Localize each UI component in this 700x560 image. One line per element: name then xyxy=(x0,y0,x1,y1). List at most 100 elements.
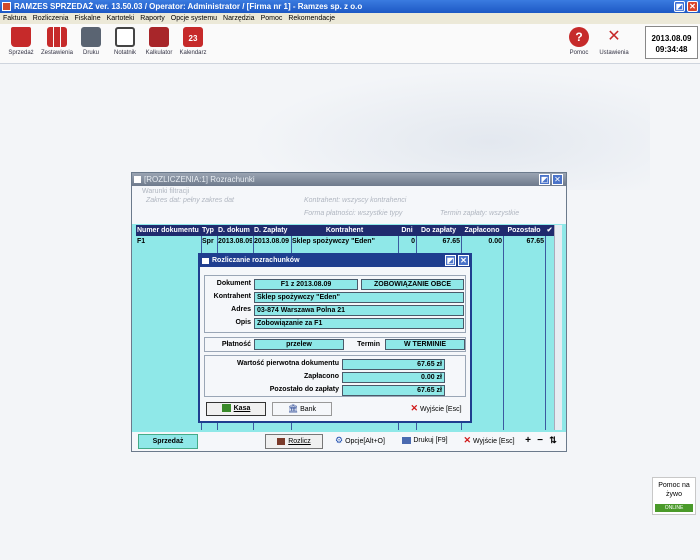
drukuj-button[interactable]: Drukuj [F9] xyxy=(395,434,455,449)
online-status-badge: ONLINE xyxy=(655,504,693,512)
toolbar-kalkulator-button[interactable]: Kalkulator xyxy=(142,27,176,56)
col-header-d-zaplaty[interactable]: D. Zapłaty xyxy=(254,225,290,236)
toolbar-sprzedaz-label: Sprzedaż xyxy=(8,50,34,56)
bank-label: Bank xyxy=(300,406,317,413)
dialog-wyjscie-button[interactable]: ✕ Wyjście [Esc] xyxy=(404,402,468,416)
calculator-icon xyxy=(149,27,169,47)
calendar-icon: 23 xyxy=(183,27,203,47)
gear-icon: ⚙ xyxy=(335,435,344,445)
zaplacono-label: Zapłacono xyxy=(303,373,339,380)
time-display: 09:34:48 xyxy=(655,45,688,54)
menu-item-rozliczenia[interactable]: Rozliczenia xyxy=(33,13,69,24)
filter-panel: Warunki filtracji Zakres dat: pełny zakr… xyxy=(132,186,566,224)
wyjscie-button[interactable]: ✕ Wyjście [Esc] xyxy=(459,434,519,449)
menu-item-narzedzia[interactable]: Narzędzia xyxy=(223,13,255,24)
toolbar-notatnik-button[interactable]: Notatnik xyxy=(108,27,142,56)
notepad-icon xyxy=(115,27,135,47)
opcje-label: Opcje[Alt+O] xyxy=(345,438,385,445)
col-header-do-zaplaty[interactable]: Do zapłaty xyxy=(417,225,460,236)
table-header: Numer dokumentu Typ D. dokum D. Zapłaty … xyxy=(136,225,562,236)
date-time-display: 2013.08.09 09:34:48 xyxy=(645,26,698,59)
termin-field: W TERMINIE xyxy=(385,339,465,350)
filter-forma: Forma płatności: wszystkie typy xyxy=(304,210,403,217)
toolbar-sprzedaz-button[interactable]: Sprzedaż xyxy=(4,27,38,56)
menu-item-kartoteki[interactable]: Kartoteki xyxy=(107,13,135,24)
opcje-button[interactable]: ⚙ Opcje[Alt+O] xyxy=(330,434,390,449)
column-divider xyxy=(545,236,546,430)
col-header-pozostalo[interactable]: Pozostało xyxy=(504,225,544,236)
opis-field: Zobowiązanie za F1 xyxy=(254,318,464,329)
cell-check[interactable] xyxy=(546,236,553,247)
toolbar-zestawienia-button[interactable]: Zestawienia xyxy=(40,27,74,56)
toolbar-ustawienia-button[interactable]: ✕ Ustawienia xyxy=(597,27,631,56)
dialog-window-icon xyxy=(202,258,209,264)
app-icon xyxy=(2,2,11,11)
col-header-check[interactable]: ✔ xyxy=(546,225,553,236)
cash-icon xyxy=(221,404,231,413)
termin-label: Termin xyxy=(357,341,380,348)
amounts-panel: Wartość pierwotna dokumentu 67.65 zł Zap… xyxy=(204,355,466,397)
wyjscie-label: Wyjście [Esc] xyxy=(472,438,515,445)
rozlicz-label: Rozlicz xyxy=(288,438,311,445)
dialog-wyjscie-label: Wyjście [Esc] xyxy=(419,406,462,413)
rozlicz-button[interactable]: Rozlicz xyxy=(265,434,323,449)
bank-button[interactable]: 🏛 Bank xyxy=(272,402,332,416)
rozrachunki-title: [ROZLICZENIA:1] Rozrachunki xyxy=(144,175,255,184)
cell-kontrahent: Sklep spożywczy "Eden" xyxy=(292,238,375,245)
col-header-dni[interactable]: Dni xyxy=(399,225,415,236)
menu-item-fiskalne[interactable]: Fiskalne xyxy=(75,13,101,24)
live-help-widget[interactable]: Pomoc na żywo ONLINE xyxy=(652,477,696,515)
menu-item-opcje-systemu[interactable]: Opcje systemu xyxy=(171,13,217,24)
sprzedaz-button[interactable]: Sprzedaż xyxy=(138,434,198,449)
remove-button[interactable]: − xyxy=(535,434,545,449)
document-panel: Dokument F1 z 2013.08.09 ZOBOWIĄZANIE OB… xyxy=(204,275,466,333)
adres-label: Adres xyxy=(231,306,251,313)
cell-dni: 0 xyxy=(411,238,415,245)
dialog-title-bar: Rozliczanie rozrachunków ◩ ✕ xyxy=(200,255,470,267)
printer-small-icon xyxy=(402,436,412,444)
platnosc-field: przelew xyxy=(254,339,344,350)
col-header-numer[interactable]: Numer dokumentu xyxy=(137,225,200,236)
live-help-text: Pomoc na żywo xyxy=(658,482,690,498)
menu-item-faktura[interactable]: Faktura xyxy=(3,13,27,24)
menu-item-raporty[interactable]: Raporty xyxy=(140,13,165,24)
sort-icon[interactable]: ⇅ xyxy=(547,434,559,449)
dialog-title: Rozliczanie rozrachunków xyxy=(212,257,300,264)
platnosc-label: Płatność xyxy=(221,341,251,348)
rozliczanie-dialog: Rozliczanie rozrachunków ◩ ✕ Dokument F1… xyxy=(198,253,472,423)
tools-icon: ✕ xyxy=(607,28,621,45)
kontrahent-label: Kontrahent xyxy=(213,293,251,300)
cell-typ: Spr xyxy=(202,238,214,245)
toolbar-zestawienia-label: Zestawienia xyxy=(40,50,73,56)
app-close-button[interactable]: ✕ xyxy=(687,1,698,12)
toolbar-notatnik-label: Notatnik xyxy=(113,50,136,56)
payment-panel: Płatność przelew Termin W TERMINIE xyxy=(204,337,466,352)
table-row[interactable]: F1 Spr 2013.08.09 2013.08.09 Sklep spoży… xyxy=(136,236,562,247)
window-close-button[interactable]: ✕ xyxy=(552,174,563,185)
menu-item-pomoc[interactable]: Pomoc xyxy=(261,13,283,24)
col-header-typ[interactable]: Typ xyxy=(202,225,216,236)
cell-zaplacono: 0.00 xyxy=(488,238,502,245)
col-header-zaplacono[interactable]: Zapłacono xyxy=(462,225,502,236)
dokument-label: Dokument xyxy=(216,280,251,287)
app-menu-icon[interactable]: ◩ xyxy=(674,1,685,12)
kasa-button[interactable]: Kasa xyxy=(206,402,266,416)
window-button-bar: Sprzedaż Rozlicz ⚙ Opcje[Alt+O] Drukuj [… xyxy=(132,432,566,451)
toolbar-druku-button[interactable]: Druku xyxy=(74,27,108,56)
table-scrollbar[interactable] xyxy=(554,225,562,430)
col-header-kontrahent[interactable]: Kontrahent xyxy=(292,225,397,236)
toolbar-ustawienia-label: Ustawienia xyxy=(599,50,629,56)
dialog-close-button[interactable]: ✕ xyxy=(458,255,469,266)
rozrachunki-title-bar: [ROZLICZENIA:1] Rozrachunki ◩ ✕ xyxy=(132,173,566,186)
toolbar: Sprzedaż Zestawienia Druku Notatnik Kalk… xyxy=(0,24,700,64)
kontrahent-field: Sklep spożywczy "Eden" xyxy=(254,292,464,303)
menu-item-rekomendacje[interactable]: Rekomendacje xyxy=(288,13,335,24)
dokument-field: F1 z 2013.08.09 xyxy=(254,279,358,290)
toolbar-pomoc-button[interactable]: ? Pomoc xyxy=(562,27,596,56)
bag-icon xyxy=(11,27,31,47)
dialog-menu-icon[interactable]: ◩ xyxy=(445,255,456,266)
col-header-d-dokum[interactable]: D. dokum xyxy=(218,225,252,236)
window-menu-icon[interactable]: ◩ xyxy=(539,174,550,185)
add-button[interactable]: + xyxy=(523,434,533,449)
toolbar-kalendarz-button[interactable]: 23 Kalendarz xyxy=(176,27,210,56)
